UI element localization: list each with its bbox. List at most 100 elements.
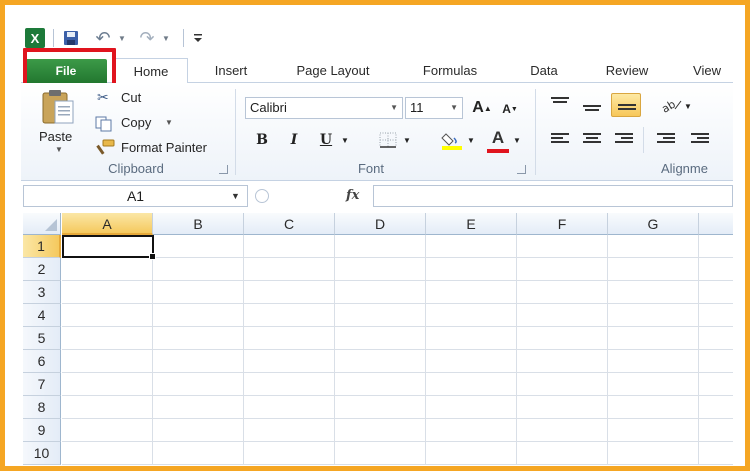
svg-text:ab: ab bbox=[661, 98, 678, 113]
name-box-dropdown-icon[interactable]: ▼ bbox=[231, 186, 240, 206]
column-header-h[interactable]: H bbox=[699, 213, 733, 235]
group-separator bbox=[643, 127, 644, 153]
tab-insert[interactable]: Insert bbox=[201, 59, 261, 83]
orientation-dropdown-icon[interactable]: ▼ bbox=[683, 95, 693, 117]
row-header-2[interactable]: 2 bbox=[23, 258, 61, 281]
redo-dropdown-icon[interactable]: ▼ bbox=[161, 27, 171, 49]
fill-color-dropdown-icon[interactable]: ▼ bbox=[465, 129, 477, 151]
row-header-10[interactable]: 10 bbox=[23, 442, 61, 465]
align-left-icon[interactable] bbox=[551, 133, 569, 147]
column-header-g[interactable]: G bbox=[608, 213, 699, 235]
copy-icon[interactable] bbox=[95, 116, 113, 132]
screenshot-frame: X ↶ ▼ ↷ ▼ File Home Insert Page Layout F… bbox=[0, 0, 750, 471]
cut-button[interactable]: Cut bbox=[121, 90, 141, 105]
alignment-group-label: Alignme bbox=[661, 161, 708, 176]
column-header-f[interactable]: F bbox=[517, 213, 608, 235]
insert-function-icon[interactable]: fx bbox=[346, 185, 359, 206]
formula-input[interactable] bbox=[373, 185, 733, 207]
file-tab-highlight-box bbox=[23, 48, 116, 88]
copy-button[interactable]: Copy bbox=[121, 115, 151, 130]
column-header-b[interactable]: B bbox=[153, 213, 244, 235]
formula-bar-splitter-icon[interactable] bbox=[255, 189, 269, 203]
grow-font-icon[interactable]: A ▲ bbox=[471, 97, 493, 119]
tab-page-layout[interactable]: Page Layout bbox=[283, 59, 383, 83]
font-size-combo[interactable]: 11 ▼ bbox=[405, 97, 463, 119]
format-painter-button[interactable]: Format Painter bbox=[121, 140, 207, 155]
row-header-6[interactable]: 6 bbox=[23, 350, 61, 373]
excel-window: X ↶ ▼ ↷ ▼ File Home Insert Page Layout F… bbox=[21, 19, 733, 465]
undo-icon[interactable]: ↶ bbox=[93, 27, 113, 49]
row-header-7[interactable]: 7 bbox=[23, 373, 61, 396]
row-header-3[interactable]: 3 bbox=[23, 281, 61, 304]
italic-button[interactable]: I bbox=[283, 129, 305, 151]
tab-home[interactable]: Home bbox=[114, 58, 188, 84]
borders-dropdown-icon[interactable]: ▼ bbox=[401, 129, 413, 151]
align-top-icon[interactable] bbox=[551, 97, 569, 111]
paste-dropdown-icon[interactable]: ▼ bbox=[55, 145, 63, 154]
column-header-a[interactable]: A bbox=[62, 213, 153, 235]
fill-color-icon[interactable] bbox=[441, 130, 463, 150]
increase-indent-icon[interactable] bbox=[691, 133, 709, 147]
customize-qat-icon[interactable] bbox=[191, 27, 205, 49]
redo-icon[interactable]: ↷ bbox=[137, 27, 157, 49]
orientation-icon[interactable]: ab bbox=[659, 97, 683, 116]
active-cell[interactable] bbox=[62, 235, 156, 260]
qat-separator bbox=[183, 29, 184, 47]
align-center-icon[interactable] bbox=[583, 133, 601, 147]
decrease-indent-icon[interactable] bbox=[657, 133, 675, 147]
align-bottom-button[interactable] bbox=[611, 93, 641, 117]
row-header-4[interactable]: 4 bbox=[23, 304, 61, 327]
formula-bar: A1 ▼ fx bbox=[21, 185, 733, 209]
copy-dropdown-icon[interactable]: ▼ bbox=[165, 118, 173, 127]
align-right-icon[interactable] bbox=[615, 133, 633, 147]
underline-dropdown-icon[interactable]: ▼ bbox=[339, 129, 351, 151]
quick-access-toolbar: X ↶ ▼ ↷ ▼ bbox=[21, 27, 221, 49]
save-icon[interactable] bbox=[61, 27, 81, 49]
shrink-font-icon[interactable]: A ▼ bbox=[499, 98, 521, 120]
font-color-dropdown-icon[interactable]: ▼ bbox=[511, 129, 523, 151]
align-middle-icon[interactable] bbox=[583, 101, 601, 115]
group-separator bbox=[235, 89, 236, 175]
row-header-8[interactable]: 8 bbox=[23, 396, 61, 419]
tab-formulas[interactable]: Formulas bbox=[411, 59, 489, 83]
select-all-button[interactable] bbox=[23, 213, 61, 235]
column-header-d[interactable]: D bbox=[335, 213, 426, 235]
row-header-1[interactable]: 1 bbox=[23, 235, 61, 258]
bold-button[interactable]: B bbox=[251, 129, 273, 151]
font-color-button[interactable]: A bbox=[487, 127, 509, 149]
paste-icon[interactable] bbox=[39, 87, 79, 127]
row-header-9[interactable]: 9 bbox=[23, 419, 61, 442]
name-box-value: A1 bbox=[126, 188, 145, 204]
name-box[interactable]: A1 bbox=[23, 185, 248, 207]
group-separator bbox=[535, 89, 536, 175]
worksheet-grid: ABCDEFGH 12345678910 bbox=[23, 213, 733, 465]
column-header-c[interactable]: C bbox=[244, 213, 335, 235]
font-name-dropdown-icon[interactable]: ▼ bbox=[390, 98, 398, 118]
underline-button[interactable]: U bbox=[315, 129, 337, 151]
tab-data[interactable]: Data bbox=[517, 59, 571, 83]
qat-separator bbox=[53, 29, 54, 47]
clipboard-dialog-launcher-icon[interactable] bbox=[219, 165, 228, 174]
ribbon-tabs: File Home Insert Page Layout Formulas Da… bbox=[21, 55, 733, 84]
tab-view[interactable]: View bbox=[683, 59, 731, 83]
font-name-combo[interactable]: Calibri ▼ bbox=[245, 97, 403, 119]
row-header-5[interactable]: 5 bbox=[23, 327, 61, 350]
undo-dropdown-icon[interactable]: ▼ bbox=[117, 27, 127, 49]
borders-icon[interactable] bbox=[379, 132, 397, 148]
ribbon-home: Paste ▼ ✂ Cut Copy ▼ Format Painter Clip… bbox=[21, 83, 733, 181]
column-header-e[interactable]: E bbox=[426, 213, 517, 235]
cut-icon[interactable]: ✂ bbox=[97, 89, 109, 106]
font-size-dropdown-icon[interactable]: ▼ bbox=[450, 98, 458, 118]
font-group-label: Font bbox=[357, 161, 384, 176]
formula-buttons: fx bbox=[251, 185, 371, 207]
cell-area[interactable] bbox=[62, 235, 733, 465]
align-bottom-icon bbox=[618, 100, 636, 114]
tab-review[interactable]: Review bbox=[593, 59, 661, 83]
excel-icon[interactable]: X bbox=[25, 28, 45, 48]
format-painter-icon[interactable] bbox=[95, 139, 115, 157]
font-dialog-launcher-icon[interactable] bbox=[517, 165, 526, 174]
font-name-value: Calibri bbox=[250, 100, 287, 115]
paste-button[interactable]: Paste bbox=[39, 129, 72, 144]
font-size-value: 11 bbox=[410, 100, 424, 115]
font-color-swatch bbox=[487, 149, 509, 153]
